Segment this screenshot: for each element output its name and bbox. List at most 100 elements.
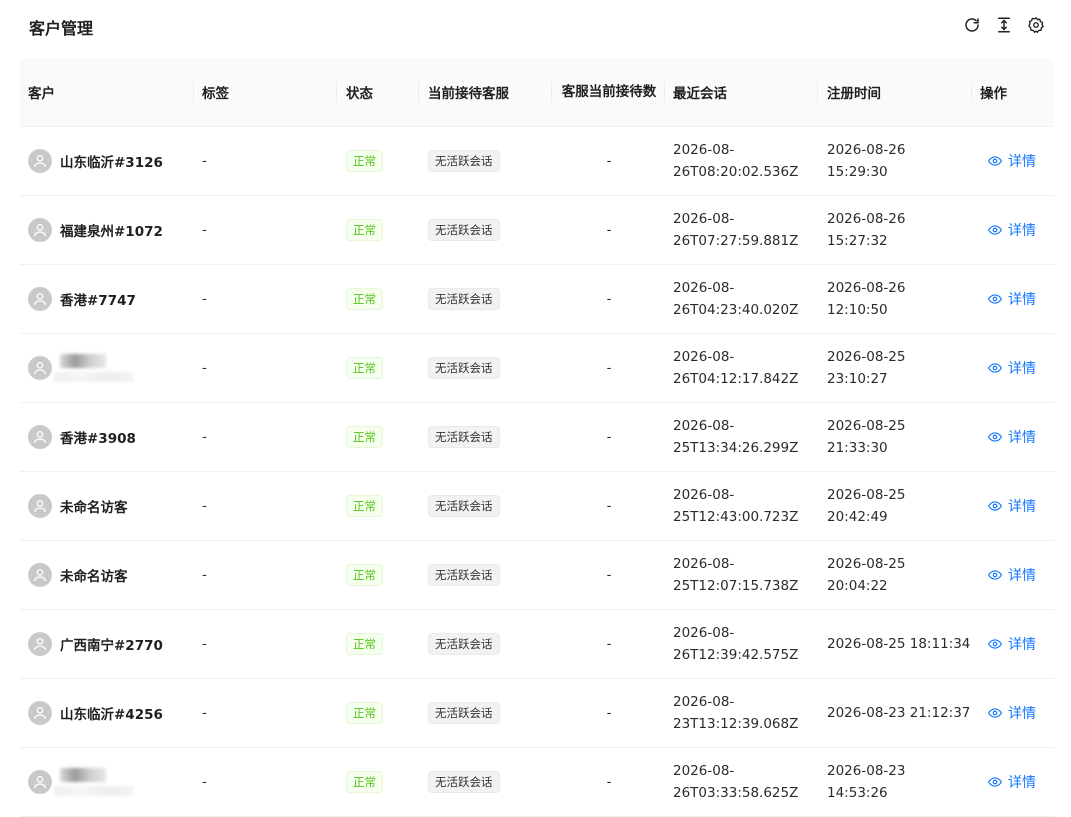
status-cell: 正常 (346, 403, 383, 471)
customer-name[interactable]: 未命名访客 (60, 496, 128, 516)
status-badge: 正常 (346, 426, 383, 448)
agent-cell: 无活跃会话 (428, 196, 500, 264)
customer-name[interactable]: 香港#7747 (60, 289, 136, 309)
column-header-status[interactable]: 状态 (346, 58, 373, 126)
user-icon (34, 155, 46, 168)
tags-cell: - (202, 705, 207, 721)
status-cell: 正常 (346, 679, 383, 747)
column-header-register-time[interactable]: 注册时间 (827, 58, 881, 126)
agent-count-cell: - (606, 636, 612, 652)
tags-cell: - (202, 153, 207, 169)
detail-link-label[interactable]: 详情 (1008, 634, 1036, 654)
last-session-value: 2026-08- 25T12:07:15.738Z (673, 556, 799, 594)
column-header-customer[interactable]: 客户 (28, 58, 55, 126)
register-time-value: 2026-08-26 15:29:30 (827, 142, 906, 180)
customer-name[interactable]: 香港#3908 (60, 427, 136, 447)
column-header-last-session[interactable]: 最近会话 (673, 58, 727, 126)
detail-link[interactable]: 详情 (988, 289, 1036, 309)
avatar (28, 218, 52, 242)
table-row: - 正常 无活跃会话 - 2026-08- 26T03:33:58.625Z 2026-0… (20, 748, 1054, 817)
detail-link[interactable]: 详情 (988, 772, 1036, 792)
tags-cell: - (202, 636, 207, 652)
status-badge: 正常 (346, 150, 383, 172)
table-row: - 正常 无活跃会话 - 2026-08- 26T04:12:17.842Z 2026-0… (20, 334, 1054, 403)
customer-cell: 香港#3908 (28, 403, 136, 471)
detail-link[interactable]: 详情 (988, 151, 1036, 171)
actions-cell: 详情 (988, 748, 1036, 816)
detail-link[interactable]: 详情 (988, 358, 1036, 378)
customer-name[interactable]: 福建泉州#1072 (60, 220, 163, 240)
tags-cell: - (202, 567, 207, 583)
detail-link[interactable]: 详情 (988, 220, 1036, 240)
no-active-session-badge: 无活跃会话 (428, 702, 500, 724)
detail-link-label[interactable]: 详情 (1008, 151, 1036, 171)
user-icon (34, 500, 46, 513)
register-time-value: 2026-08-25 20:42:49 (827, 487, 906, 525)
register-time-value: 2026-08-23 21:12:37 (827, 705, 971, 721)
last-session-value: 2026-08- 25T12:43:00.723Z (673, 487, 799, 525)
tags-cell: - (202, 774, 207, 790)
user-icon (34, 431, 46, 444)
detail-link-label[interactable]: 详情 (1008, 289, 1036, 309)
detail-link-label[interactable]: 详情 (1008, 220, 1036, 240)
table-row: 未命名访客 - 正常 无活跃会话 - 2026-08- 25T12:43:00.723Z 2… (20, 472, 1054, 541)
customer-name[interactable]: 未命名访客 (60, 565, 128, 585)
detail-link-label[interactable]: 详情 (1008, 496, 1036, 516)
detail-link[interactable]: 详情 (988, 427, 1036, 447)
settings-button[interactable] (1027, 14, 1045, 36)
column-divider (817, 82, 818, 102)
customer-table: 客户 标签 状态 当前接待客服 客服当前接待数 最近会话 注册时间 操作 山东临… (20, 58, 1054, 817)
detail-link[interactable]: 详情 (988, 565, 1036, 585)
register-time-cell: 2026-08-23 21:12:37 (827, 679, 970, 747)
agent-count-cell: - (606, 360, 612, 376)
register-time-value: 2026-08-23 14:53:26 (827, 763, 906, 801)
status-badge: 正常 (346, 702, 383, 724)
density-button[interactable] (995, 14, 1013, 36)
column-header-actions: 操作 (980, 86, 1007, 102)
refresh-button[interactable] (963, 14, 981, 36)
detail-link[interactable]: 详情 (988, 496, 1036, 516)
tags-cell: - (202, 291, 207, 307)
table-header: 客户 标签 状态 当前接待客服 客服当前接待数 最近会话 注册时间 操作 (20, 58, 1054, 127)
column-divider (971, 82, 972, 102)
no-active-session-badge: 无活跃会话 (428, 495, 500, 517)
detail-link-label[interactable]: 详情 (1008, 703, 1036, 723)
column-header-tags[interactable]: 标签 (202, 58, 229, 126)
detail-link-label[interactable]: 详情 (1008, 358, 1036, 378)
eye-icon (988, 294, 1002, 304)
status-cell: 正常 (346, 334, 383, 402)
status-badge: 正常 (346, 771, 383, 793)
table-row: 山东临沂#3126 - 正常 无活跃会话 - 2026-08- 26T08:20:02.5… (20, 127, 1054, 196)
register-time-value: 2026-08-26 12:10:50 (827, 280, 906, 318)
agent-count-cell: - (606, 567, 612, 583)
customer-name[interactable]: 广西南宁#2770 (60, 634, 163, 654)
register-time-cell: 2026-08-25 23:10:27 (827, 334, 905, 402)
column-header-current-agent[interactable]: 当前接待客服 (428, 58, 509, 126)
status-cell: 正常 (346, 472, 383, 540)
status-badge: 正常 (346, 633, 383, 655)
no-active-session-badge: 无活跃会话 (428, 288, 500, 310)
customer-name[interactable]: 山东临沂#4256 (60, 703, 163, 723)
user-icon (34, 224, 46, 237)
no-active-session-badge: 无活跃会话 (428, 219, 500, 241)
column-header-agent-count[interactable]: 客服当前接待数 (561, 58, 657, 126)
last-session-cell: 2026-08- 26T12:39:42.575Z (673, 610, 798, 678)
tags-cell: - (202, 360, 207, 376)
register-time-cell: 2026-08-25 18:11:34 (827, 610, 970, 678)
detail-link-label[interactable]: 详情 (1008, 427, 1036, 447)
customer-name[interactable]: 山东临沂#3126 (60, 151, 163, 171)
detail-link[interactable]: 详情 (988, 634, 1036, 654)
detail-link-label[interactable]: 详情 (1008, 772, 1036, 792)
table-row: 香港#7747 - 正常 无活跃会话 - 2026-08- 26T04:23:40.020… (20, 265, 1054, 334)
detail-link-label[interactable]: 详情 (1008, 565, 1036, 585)
status-cell: 正常 (346, 265, 383, 333)
detail-link[interactable]: 详情 (988, 703, 1036, 723)
tags-cell: - (202, 429, 207, 445)
agent-cell: 无活跃会话 (428, 127, 500, 195)
avatar (28, 287, 52, 311)
last-session-value: 2026-08- 26T08:20:02.536Z (673, 142, 799, 180)
customer-cell: 山东临沂#3126 (28, 127, 163, 195)
tags-cell: - (202, 498, 207, 514)
avatar (28, 149, 52, 173)
tags-cell: - (202, 222, 207, 238)
